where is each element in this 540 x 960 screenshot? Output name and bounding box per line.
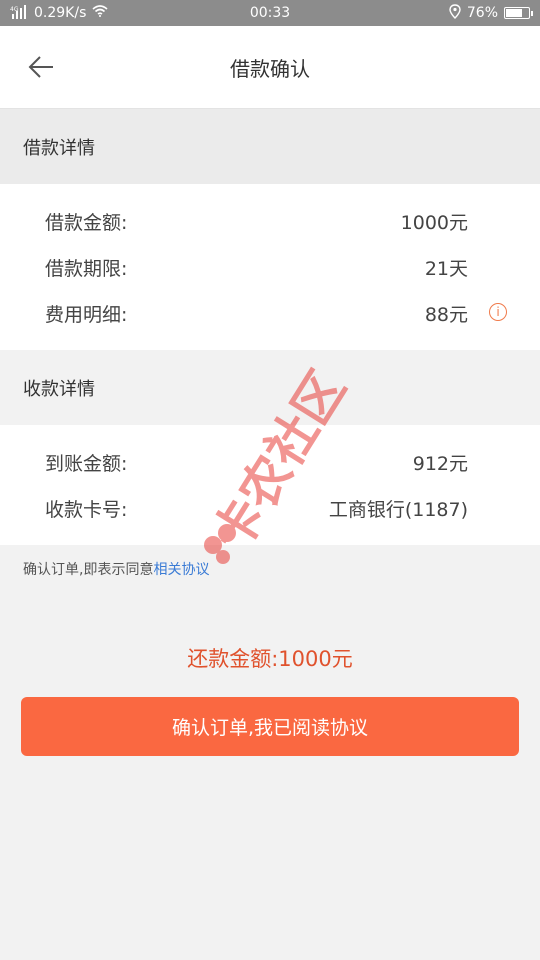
bank-card-value: 工商银行(1187) <box>328 498 468 521</box>
loan-term-row: 借款期限: 21天 <box>0 244 540 290</box>
received-amount-value: 912元 <box>412 452 468 475</box>
battery-icon <box>504 7 533 19</box>
agreement-note: 确认订单,即表示同意相关协议 <box>0 545 540 579</box>
back-arrow-icon <box>28 56 53 78</box>
nav-bar: 借款确认 <box>0 26 540 109</box>
loan-term-value: 21天 <box>424 257 468 280</box>
received-amount-label: 到账金额: <box>45 452 128 475</box>
fee-detail-value: 88元 <box>424 303 468 326</box>
loan-details-header: 借款详情 <box>0 109 540 184</box>
loan-details-card: 借款金额: 1000元 借款期限: 21天 费用明细: 88元 i <box>0 184 540 350</box>
loan-amount-row: 借款金额: 1000元 <box>0 198 540 244</box>
signal-icon: 4G <box>10 4 28 22</box>
receive-details-card: 到账金额: 912元 收款卡号: 工商银行(1187) <box>0 425 540 545</box>
agreement-link[interactable]: 相关协议 <box>153 562 209 578</box>
status-bar: 4G 0.29K/s 00:33 76% <box>0 0 540 26</box>
wifi-icon <box>92 5 108 21</box>
info-icon[interactable]: i <box>489 303 507 321</box>
status-left: 4G 0.29K/s <box>10 4 108 22</box>
loan-amount-value: 1000元 <box>400 211 468 234</box>
bank-card-row: 收款卡号: 工商银行(1187) <box>0 485 540 531</box>
location-icon <box>449 3 461 23</box>
status-right: 76% <box>449 3 533 23</box>
fee-detail-label: 费用明细: <box>45 303 128 326</box>
agreement-text: 确认订单,即表示同意 <box>23 562 154 578</box>
back-button[interactable] <box>26 52 56 82</box>
received-amount-row: 到账金额: 912元 <box>0 439 540 485</box>
repay-amount: 还款金额:1000元 <box>187 647 353 671</box>
confirm-order-button[interactable]: 确认订单,我已阅读协议 <box>21 697 519 756</box>
network-speed: 0.29K/s <box>34 5 87 21</box>
battery-percent: 76% <box>466 5 498 21</box>
loan-term-label: 借款期限: <box>45 257 128 280</box>
page-title: 借款确认 <box>230 56 310 81</box>
fee-detail-row[interactable]: 费用明细: 88元 i <box>0 290 540 336</box>
bank-card-label: 收款卡号: <box>45 498 128 521</box>
loan-amount-label: 借款金额: <box>45 211 128 234</box>
receive-details-header: 收款详情 <box>0 350 540 425</box>
